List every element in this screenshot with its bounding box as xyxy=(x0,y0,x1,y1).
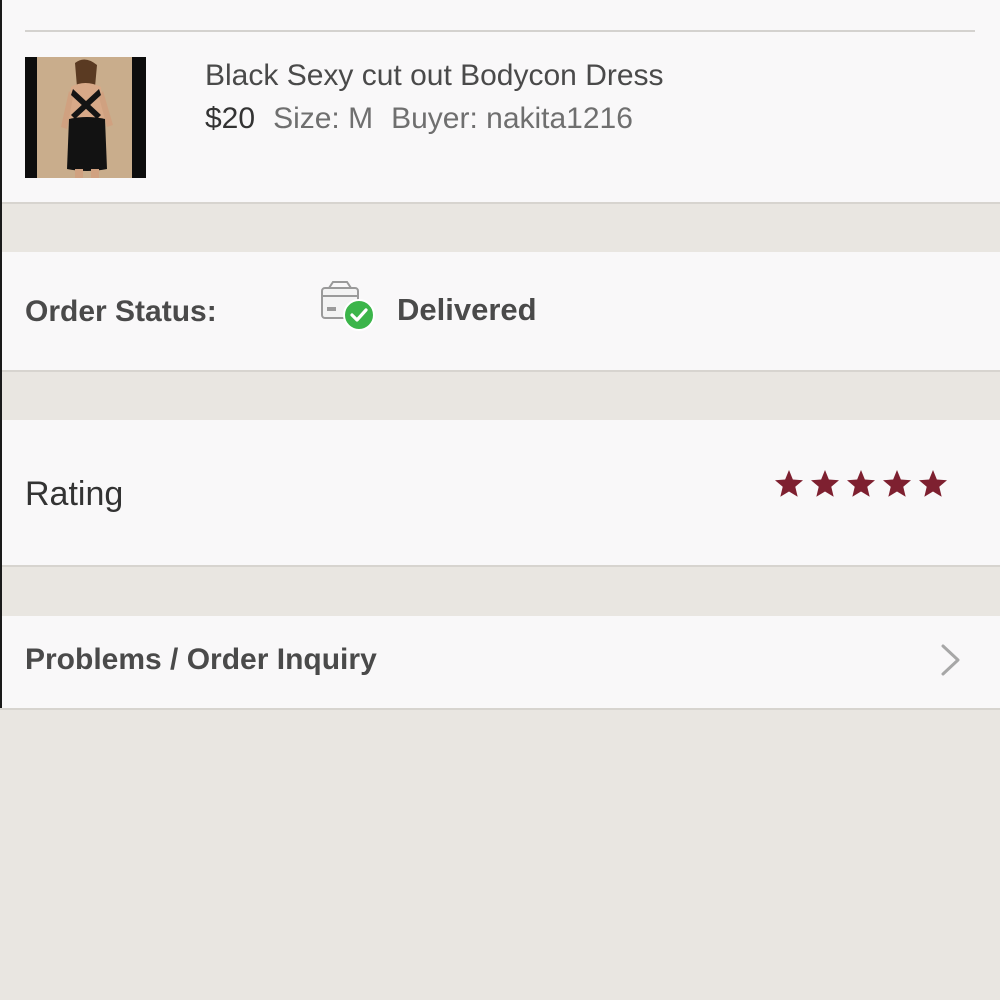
left-edge-divider xyxy=(0,0,2,708)
product-thumbnail[interactable] xyxy=(25,57,146,178)
star-icon xyxy=(847,470,875,497)
order-status-value: Delivered xyxy=(397,292,537,327)
product-card[interactable]: Black Sexy cut out Bodycon Dress $20 Size… xyxy=(0,0,1000,204)
star-icon xyxy=(883,470,911,497)
star-icon xyxy=(811,470,839,497)
buyer-name[interactable]: Buyer: nakita1216 xyxy=(391,102,633,135)
order-details-page: Black Sexy cut out Bodycon Dress $20 Size… xyxy=(0,0,1000,1000)
rating-label: Rating xyxy=(25,475,124,513)
problems-order-inquiry-row[interactable]: Problems / Order Inquiry xyxy=(0,616,1000,710)
product-size: Size: M xyxy=(273,102,374,135)
order-status-card: Order Status: Delivered xyxy=(0,252,1000,372)
problems-label: Problems / Order Inquiry xyxy=(25,643,377,676)
star-icon xyxy=(775,470,803,497)
rating-stars xyxy=(773,468,949,500)
delivered-package-icon xyxy=(319,280,377,332)
star-icon xyxy=(919,470,947,497)
product-price: $20 xyxy=(205,102,256,135)
divider xyxy=(25,30,975,32)
rating-card: Rating xyxy=(0,420,1000,567)
product-title: Black Sexy cut out Bodycon Dress xyxy=(205,59,664,92)
product-meta: $20 Size: M Buyer: nakita1216 xyxy=(205,102,633,136)
order-status-label: Order Status: xyxy=(25,295,217,328)
chevron-right-icon xyxy=(938,642,964,678)
